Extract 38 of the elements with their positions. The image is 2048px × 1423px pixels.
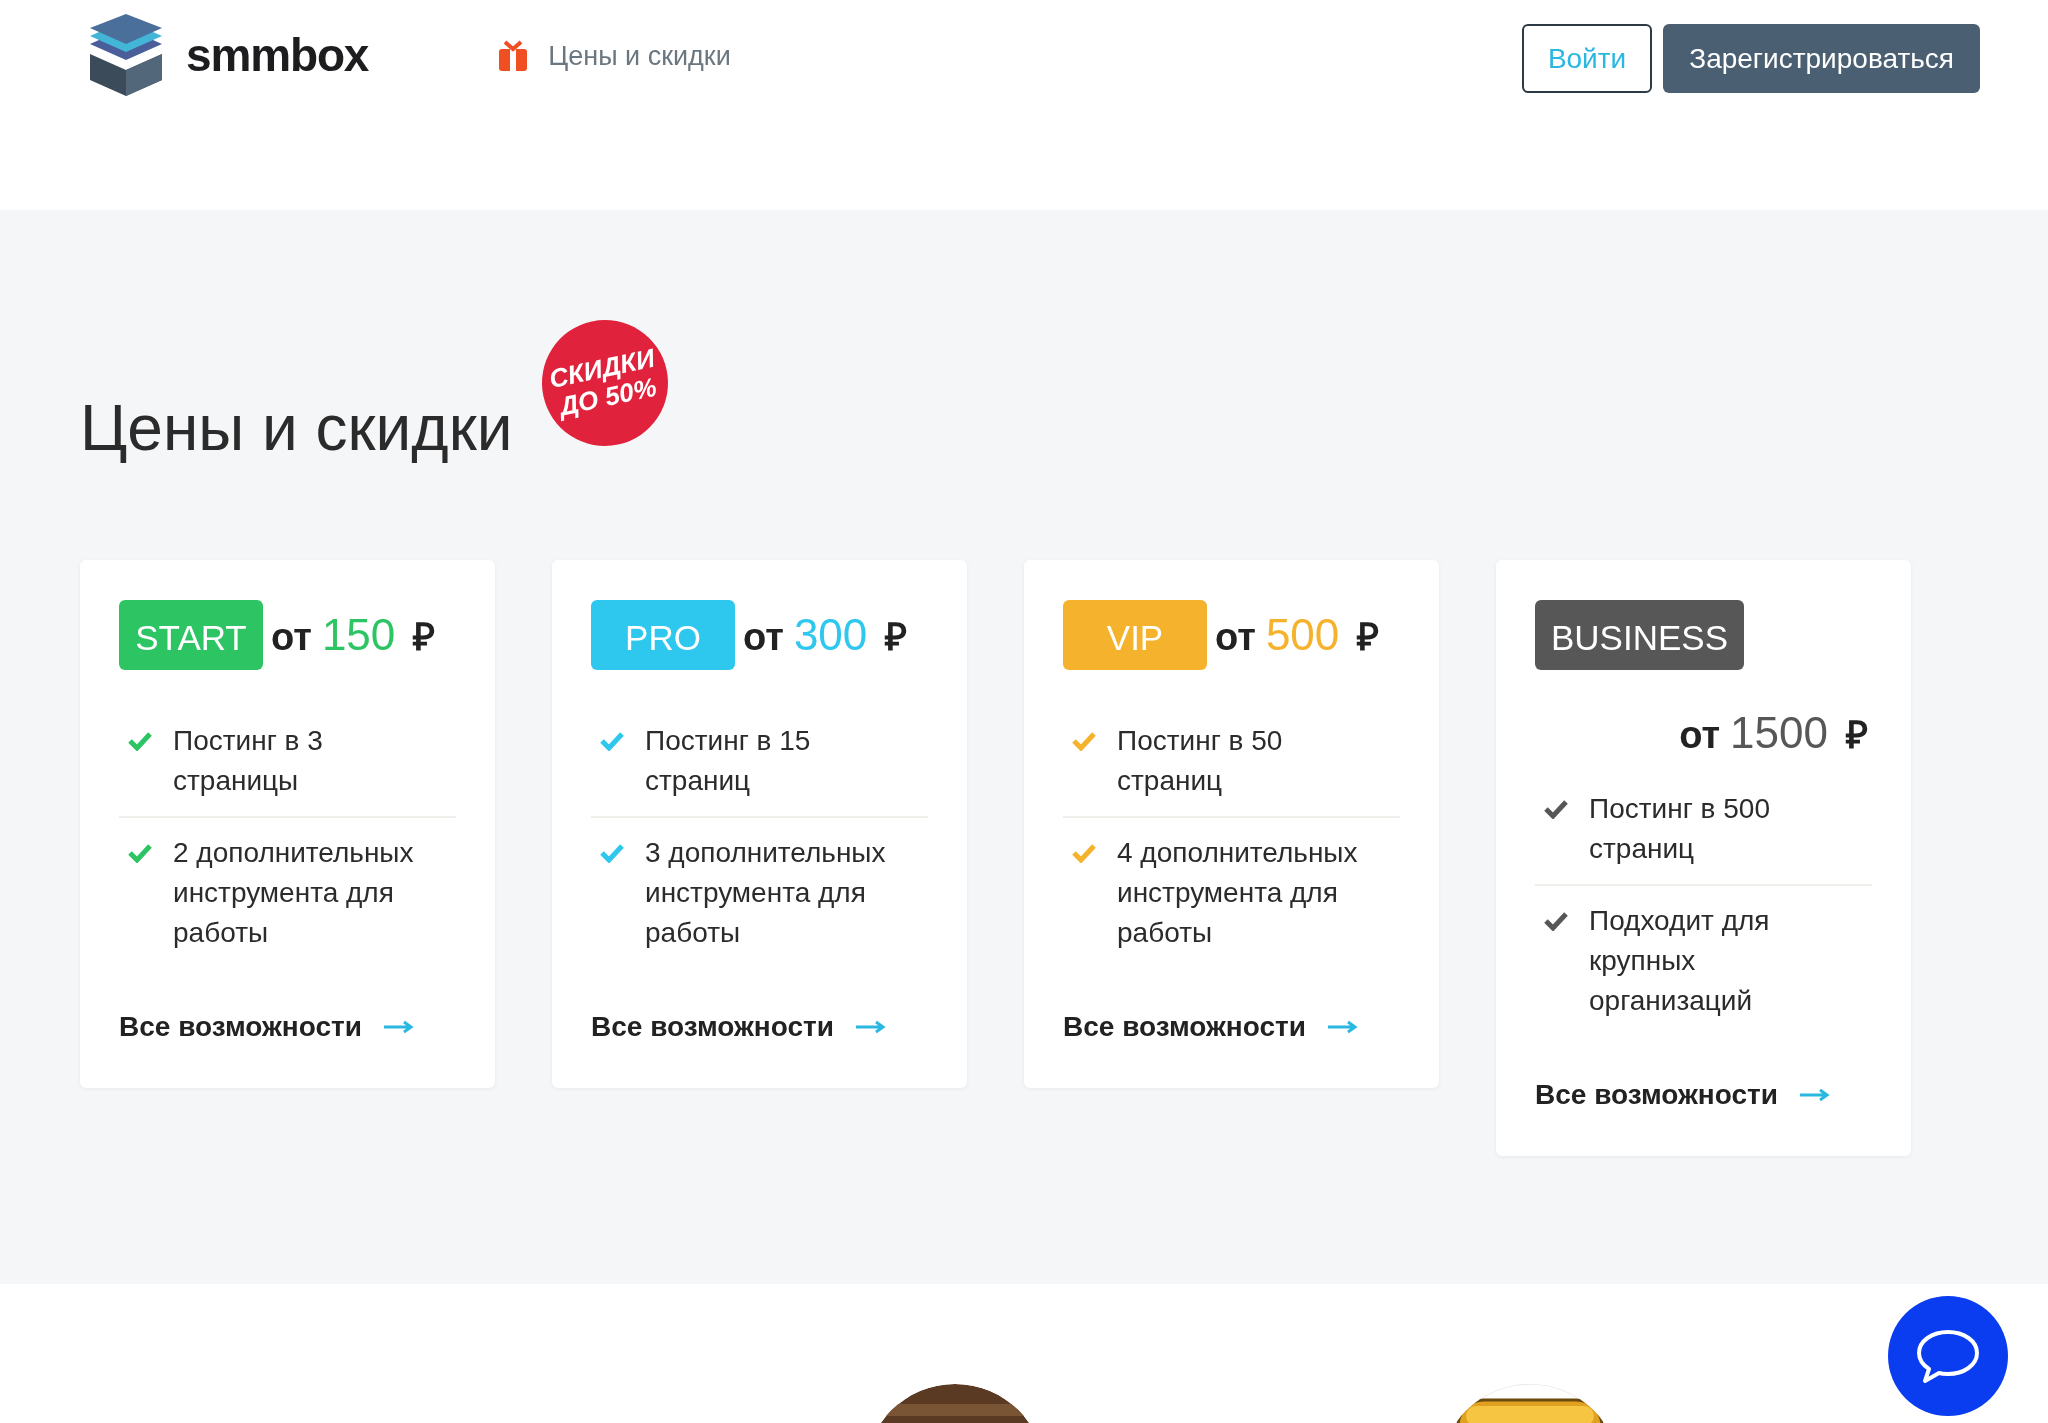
section-title: Цены и скидки [80, 391, 513, 466]
nav-link[interactable]: Цены и скидки [496, 35, 731, 77]
check-icon [599, 843, 625, 863]
arrow-right-icon [856, 1020, 887, 1034]
all-features-link[interactable]: Все возможности [1535, 1074, 1831, 1116]
chat-icon [1915, 1328, 1981, 1384]
arrow-right-icon [1328, 1020, 1359, 1034]
check-icon [1071, 843, 1097, 863]
plan-tag: PRO [591, 600, 735, 670]
plan-price: от 1500 ₽ [1678, 707, 1868, 759]
plan-price: от 150 ₽ [271, 609, 436, 661]
feature-text: Подходит для крупных организаций [1589, 904, 1771, 1018]
plan-tag: START [119, 600, 263, 670]
check-icon [1071, 731, 1097, 751]
check-icon [1543, 799, 1569, 819]
arrow-right-icon [1800, 1088, 1831, 1102]
feature-text: 4 дополнительных инструмента для работы [1117, 836, 1359, 950]
all-features-link[interactable]: Все возможности [1063, 1006, 1359, 1048]
arrow-right-icon [384, 1020, 415, 1034]
check-icon [127, 843, 153, 863]
register-button[interactable]: Зарегистрироваться [1663, 24, 1980, 93]
feature-text: 2 дополнительных инструмента для работы [173, 836, 415, 950]
check-icon [599, 731, 625, 751]
feature-text: 3 дополнительных инструмента для работы [645, 836, 887, 950]
feature-text: Постинг в 500 страниц [1589, 792, 1771, 866]
check-icon [1543, 911, 1569, 931]
plan-tag: BUSINESS [1535, 600, 1744, 670]
plan-price: от 500 ₽ [1215, 609, 1380, 661]
plan-tag: VIP [1063, 600, 1207, 670]
plan-price: от 300 ₽ [743, 609, 908, 661]
feature-text: Постинг в 3 страницы [173, 724, 324, 798]
all-features-link[interactable]: Все возможности [119, 1006, 415, 1048]
logo-text[interactable]: smmbox [186, 20, 369, 90]
logo-icon[interactable] [90, 14, 162, 96]
all-features-link[interactable]: Все возможности [591, 1006, 887, 1048]
feature-text: Постинг в 15 страниц [645, 724, 812, 798]
feature-text: Постинг в 50 страниц [1117, 724, 1284, 798]
check-icon [127, 731, 153, 751]
